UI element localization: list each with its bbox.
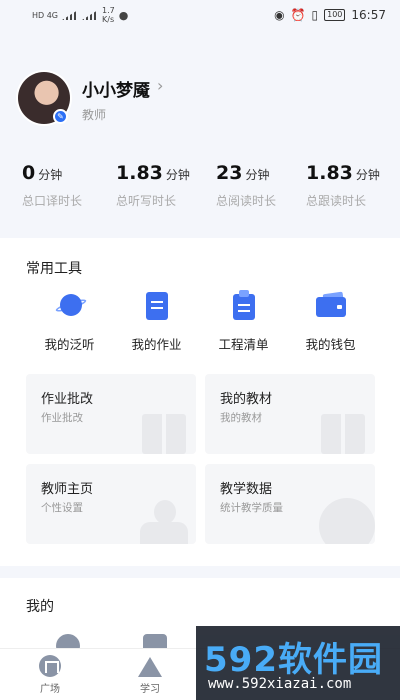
stat-unit: 分钟 xyxy=(355,168,380,182)
tool-my-wallet[interactable]: 我的钱包 xyxy=(287,290,374,353)
my-section-title: 我的 xyxy=(26,599,54,615)
signal-icon-2 xyxy=(82,10,99,20)
watermark-logo: 592软件园 xyxy=(204,640,383,680)
chart-icon xyxy=(317,494,375,544)
card-teaching-data[interactable]: 教学数据 统计教学质量 xyxy=(205,464,375,544)
document-icon xyxy=(141,290,173,322)
stat-label: 总听写时长 xyxy=(116,194,177,208)
books-icon xyxy=(138,404,188,454)
card-title: 教师主页 xyxy=(41,482,94,497)
wechat-icon: ● xyxy=(118,8,129,22)
tool-label: 我的泛听 xyxy=(44,337,95,352)
stats-row: 0 分钟 总口译时长 1.83 分钟 总听写时长 23 分钟 总阅读时长 1.83 分钟… xyxy=(0,162,400,209)
stat-label: 总阅读时长 xyxy=(216,194,277,208)
speed-value: 1.7 xyxy=(102,6,115,15)
stat-value: 1.83 xyxy=(116,162,163,184)
stat-interpretation: 0 分钟 总口译时长 xyxy=(0,162,100,209)
stat-unit: 分钟 xyxy=(38,168,63,182)
stat-label: 总口译时长 xyxy=(22,194,83,208)
card-my-textbooks[interactable]: 我的教材 我的教材 xyxy=(205,374,375,454)
network-speed: 1.7 K/s xyxy=(102,6,115,24)
card-title: 我的教材 xyxy=(220,392,273,407)
planet-icon xyxy=(54,290,87,322)
chevron-right-icon[interactable]: › xyxy=(157,76,163,95)
textbook-icon xyxy=(317,404,367,454)
card-subtitle: 作业批改 xyxy=(41,412,83,424)
tool-project-list[interactable]: 工程清单 xyxy=(200,290,287,353)
stat-reading: 23 分钟 总阅读时长 xyxy=(200,162,300,209)
card-subtitle: 我的教材 xyxy=(220,412,262,424)
tools-section-title: 常用工具 xyxy=(26,261,82,277)
tool-label: 工程清单 xyxy=(218,337,269,352)
card-teacher-homepage[interactable]: 教师主页 个性设置 xyxy=(26,464,196,544)
stat-value: 0 xyxy=(22,162,36,184)
stat-value: 1.83 xyxy=(306,162,353,184)
user-role: 教师 xyxy=(82,108,107,122)
clipboard-icon xyxy=(228,290,260,322)
stat-shadowing: 1.83 分钟 总跟读时长 xyxy=(300,162,400,209)
card-title: 教学数据 xyxy=(220,482,273,497)
edit-badge-icon[interactable]: ✎ xyxy=(53,109,68,124)
battery-icon: 100 xyxy=(324,9,346,21)
nav-study[interactable]: 学习 xyxy=(100,649,200,700)
watermark-url: www.592xiazai.com xyxy=(208,676,352,692)
tool-label: 我的钱包 xyxy=(305,337,356,352)
watermark: 592软件园 www.592xiazai.com xyxy=(196,626,400,700)
nav-label: 学习 xyxy=(140,684,160,695)
status-bar: HD 4G 1.7 K/s ● ◉ ⏰ ▯ 100 16:57 xyxy=(0,0,400,30)
card-title: 作业批改 xyxy=(41,392,94,407)
card-subtitle: 个性设置 xyxy=(41,502,83,514)
profile-header: ✎ 小小梦魇 › 教师 0 分钟 总口译时长 1.83 分钟 总听写时长 23 分钟 … xyxy=(0,30,400,238)
nav-label: 广场 xyxy=(40,684,60,695)
tool-my-listening[interactable]: 我的泛听 xyxy=(26,290,113,353)
stat-unit: 分钟 xyxy=(165,168,190,182)
tool-my-homework[interactable]: 我的作业 xyxy=(113,290,200,353)
username[interactable]: 小小梦魇 xyxy=(82,76,150,101)
status-left: HD 4G 1.7 K/s ● xyxy=(32,6,128,24)
nav-square[interactable]: 广场 xyxy=(0,649,100,700)
stat-value: 23 xyxy=(216,162,243,184)
vibrate-icon: ▯ xyxy=(311,8,319,22)
tools-card: 常用工具 我的泛听 我的作业 工程清单 我的钱包 作业批改 作业批改 我的教材 … xyxy=(0,238,400,566)
square-icon xyxy=(38,655,62,677)
stat-unit: 分钟 xyxy=(245,168,270,182)
person-icon xyxy=(138,494,188,544)
tool-label: 我的作业 xyxy=(131,337,182,352)
wallet-icon xyxy=(315,290,347,322)
speed-unit: K/s xyxy=(102,15,115,24)
alarm-icon: ⏰ xyxy=(290,8,306,22)
clock: 16:57 xyxy=(351,8,386,22)
mountain-icon xyxy=(138,655,162,677)
signal-icon xyxy=(62,10,79,20)
tools-row: 我的泛听 我的作业 工程清单 我的钱包 xyxy=(0,290,400,353)
stat-label: 总跟读时长 xyxy=(306,194,367,208)
status-right: ◉ ⏰ ▯ 100 16:57 xyxy=(274,8,386,22)
eye-icon: ◉ xyxy=(274,8,285,22)
stat-dictation: 1.83 分钟 总听写时长 xyxy=(100,162,200,209)
card-homework-grading[interactable]: 作业批改 作业批改 xyxy=(26,374,196,454)
network-indicator: HD 4G xyxy=(32,10,59,20)
card-subtitle: 统计教学质量 xyxy=(220,502,283,514)
